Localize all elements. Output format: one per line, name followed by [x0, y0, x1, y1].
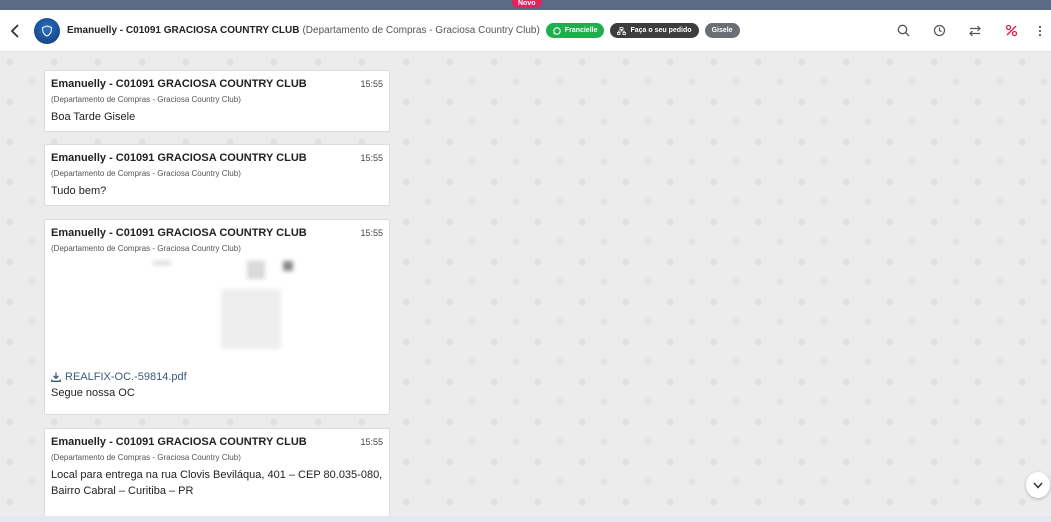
transfer-icon [969, 25, 981, 36]
header-actions [885, 10, 1051, 51]
discount-button[interactable] [993, 10, 1029, 51]
message-text: Segue nossa OC [51, 387, 135, 399]
message-bubble[interactable]: Emanuelly - C01091 GRACIOSA COUNTRY CLUB… [44, 428, 390, 522]
assigned-agent-label: Gisele [711, 27, 733, 34]
transfer-button[interactable] [957, 10, 993, 51]
message-department: (Departamento de Compras - Graciosa Coun… [51, 244, 241, 253]
message-time: 15:55 [360, 437, 383, 447]
scroll-to-bottom-button[interactable] [1026, 472, 1050, 498]
message-text: Tudo bem? [51, 185, 107, 197]
preview-blur [283, 261, 293, 271]
whatsapp-agent-pill[interactable]: Francielle [545, 23, 605, 38]
download-icon [51, 372, 61, 382]
message-bubble[interactable]: Emanuelly - C01091 GRACIOSA COUNTRY CLUB… [44, 144, 390, 206]
contact-department: (Departamento de Compras - Graciosa Coun… [302, 25, 540, 36]
history-button[interactable] [921, 10, 957, 51]
place-order-label: Faça o seu pedido [630, 27, 692, 34]
contact-name: Emanuelly - C01091 GRACIOSA COUNTRY CLUB [67, 25, 300, 36]
chat-messages-area[interactable]: Emanuelly - C01091 GRACIOSA COUNTRY CLUB… [0, 52, 1051, 522]
chevron-left-icon [10, 23, 19, 38]
message-text: Local para entrega na rua Clovis Beviláq… [51, 469, 383, 497]
history-icon [933, 24, 945, 37]
chevron-down-icon [1033, 482, 1043, 489]
search-button[interactable] [885, 10, 921, 51]
preview-blur [221, 289, 281, 349]
message-department: (Departamento de Compras - Graciosa Coun… [51, 169, 241, 178]
message-time: 15:55 [360, 79, 383, 89]
novo-badge: Novo [512, 0, 542, 8]
avatar[interactable] [34, 17, 60, 44]
message-sender: Emanuelly - C01091 GRACIOSA COUNTRY CLUB [51, 152, 307, 164]
attachment-filename: REALFIX-OC.-59814.pdf [65, 371, 187, 383]
message-bubble[interactable]: Emanuelly - C01091 GRACIOSA COUNTRY CLUB… [44, 219, 390, 415]
place-order-pill[interactable]: Faça o seu pedido [610, 23, 699, 38]
message-time: 15:55 [360, 153, 383, 163]
preview-blur [247, 261, 265, 279]
bottom-strip [0, 516, 1051, 522]
shield-logo-icon [41, 24, 53, 37]
assigned-agent-pill[interactable]: Gisele [704, 23, 740, 38]
attachment-preview[interactable] [51, 259, 383, 369]
message-department: (Departamento de Compras - Graciosa Coun… [51, 95, 241, 104]
whatsapp-agent-label: Francielle [564, 27, 598, 34]
more-options-button[interactable] [1029, 10, 1051, 51]
message-sender: Emanuelly - C01091 GRACIOSA COUNTRY CLUB [51, 78, 307, 90]
more-vertical-icon [1038, 25, 1042, 36]
message-department: (Departamento de Compras - Graciosa Coun… [51, 453, 241, 462]
back-button[interactable] [8, 21, 22, 41]
message-sender: Emanuelly - C01091 GRACIOSA COUNTRY CLUB [51, 436, 307, 448]
attachment-link[interactable]: REALFIX-OC.-59814.pdf [51, 371, 383, 383]
search-icon [897, 24, 909, 37]
preview-blur [153, 261, 171, 265]
whatsapp-icon [553, 26, 561, 35]
message-bubble[interactable]: Emanuelly - C01091 GRACIOSA COUNTRY CLUB… [44, 70, 390, 132]
message-sender: Emanuelly - C01091 GRACIOSA COUNTRY CLUB [51, 227, 307, 239]
org-chart-icon [617, 26, 627, 35]
chat-header: Emanuelly - C01091 GRACIOSA COUNTRY CLUB… [0, 10, 1051, 52]
discount-icon [1005, 24, 1017, 37]
message-time: 15:55 [360, 228, 383, 238]
message-text: Boa Tarde Gisele [51, 111, 136, 123]
